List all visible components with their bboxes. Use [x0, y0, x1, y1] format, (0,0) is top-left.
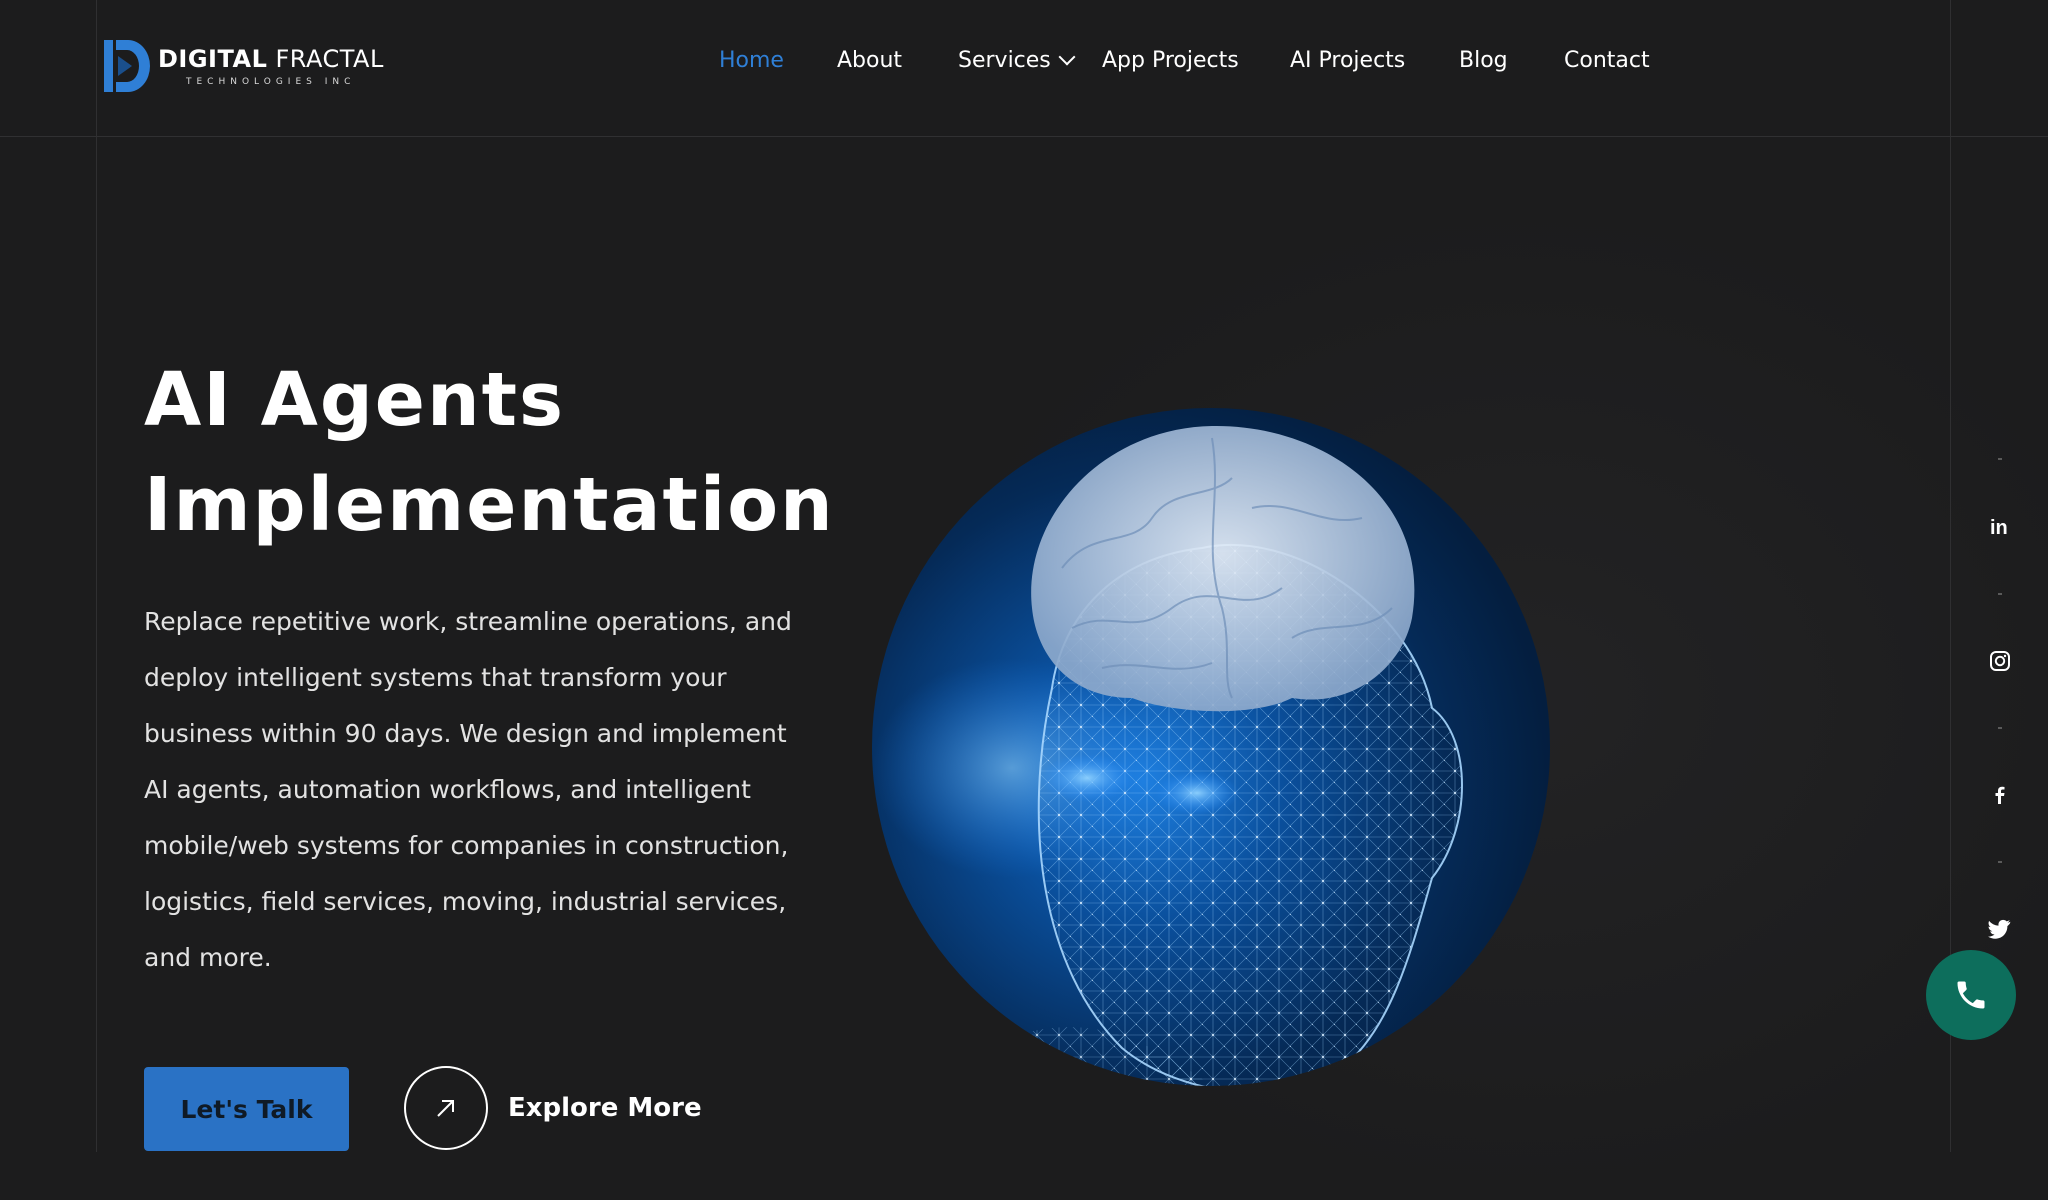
- nav-item-ai-projects[interactable]: AI Projects: [1290, 48, 1405, 73]
- nav-item-blog[interactable]: Blog: [1459, 48, 1508, 73]
- facebook-icon[interactable]: [1980, 775, 2020, 815]
- logo-mark-icon: [104, 40, 150, 92]
- grid-line-left: [96, 0, 97, 1152]
- explore-more-button[interactable]: Explore More: [404, 1066, 702, 1150]
- header-divider: [0, 136, 2048, 137]
- hero-title-line2: Implementation: [144, 462, 835, 548]
- phone-icon: [1957, 981, 1985, 1009]
- chevron-down-icon: [1058, 48, 1076, 66]
- twitter-icon[interactable]: [1980, 909, 2020, 949]
- explore-more-label: Explore More: [508, 1093, 702, 1123]
- nav-item-contact[interactable]: Contact: [1564, 48, 1650, 73]
- nav-item-about[interactable]: About: [837, 48, 902, 73]
- rail-divider: [1998, 727, 2002, 729]
- nav-item-services[interactable]: Services: [958, 48, 1076, 73]
- nav-item-services-label: Services: [958, 48, 1051, 73]
- arrow-up-right-icon: [404, 1066, 488, 1150]
- rail-divider: [1998, 861, 2002, 863]
- rail-divider: [1998, 593, 2002, 595]
- logo-title: DIGITAL FRACTAL: [158, 45, 384, 73]
- lets-talk-button[interactable]: Let's Talk: [144, 1067, 349, 1151]
- nav-item-app-projects[interactable]: App Projects: [1102, 48, 1239, 73]
- hero-title-line1: AI Agents: [144, 357, 566, 443]
- rail-divider: [1998, 458, 2002, 460]
- hero-description: Replace repetitive work, streamline oper…: [144, 607, 792, 972]
- nav-item-home[interactable]: Home: [719, 48, 784, 73]
- ai-head-illustration: [872, 408, 1550, 1086]
- linkedin-icon[interactable]: in: [1980, 507, 2020, 547]
- svg-text:in: in: [1990, 517, 2008, 538]
- call-button[interactable]: [1926, 950, 2016, 1040]
- hero-title: AI Agents Implementation: [144, 348, 944, 558]
- brand-logo[interactable]: DIGITAL FRACTAL TECHNOLOGIES INC: [104, 38, 384, 94]
- instagram-icon[interactable]: [1980, 641, 2020, 681]
- logo-tagline: TECHNOLOGIES INC: [186, 77, 356, 87]
